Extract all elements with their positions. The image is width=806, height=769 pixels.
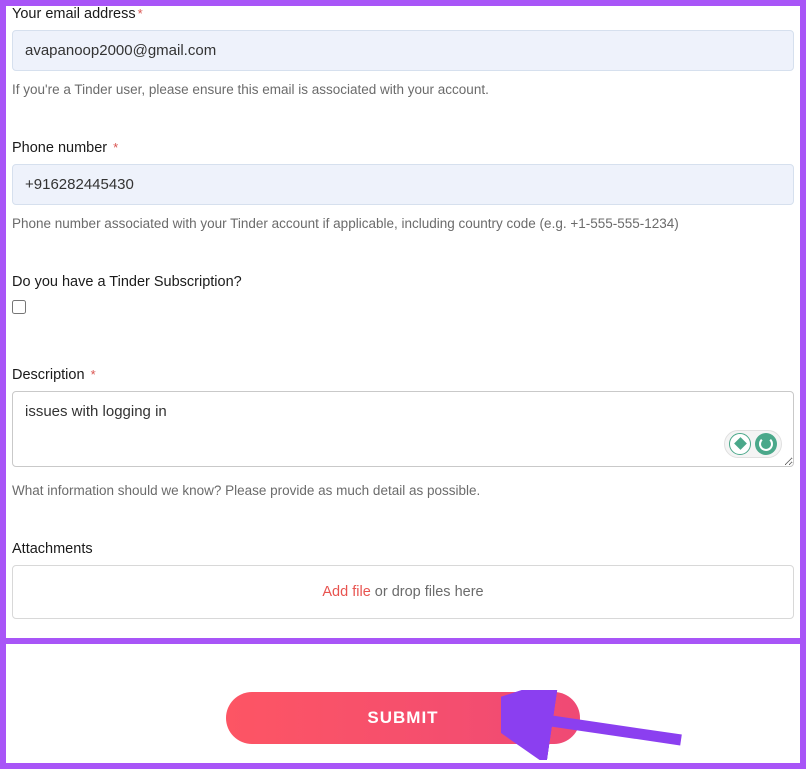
attachments-dropzone[interactable]: Add file or drop files here [12, 565, 794, 619]
email-label-text: Your email address [12, 6, 136, 22]
drop-files-text: or drop files here [371, 584, 484, 600]
email-field-group: Your email address* If you're a Tinder u… [12, 6, 794, 100]
phone-field-group: Phone number * Phone number associated w… [12, 140, 794, 234]
description-help-text: What information should we know? Please … [12, 482, 794, 501]
grammarly-badge[interactable] [724, 430, 782, 458]
description-field-group: Description * What information should we… [12, 367, 794, 501]
grammarly-logo-icon [755, 433, 777, 455]
email-input[interactable] [12, 30, 794, 71]
form-top-panel: Your email address* If you're a Tinder u… [6, 6, 800, 638]
attachments-label: Attachments [12, 541, 794, 557]
attachments-field-group: Attachments Add file or drop files here [12, 541, 794, 619]
submit-button[interactable]: SUBMIT [226, 692, 580, 744]
phone-label-text: Phone number [12, 140, 107, 156]
email-label: Your email address* [12, 6, 794, 22]
subscription-label: Do you have a Tinder Subscription? [12, 274, 794, 290]
description-label: Description * [12, 367, 794, 383]
description-label-text: Description [12, 367, 85, 383]
email-help-text: If you're a Tinder user, please ensure t… [12, 81, 794, 100]
required-asterisk: * [138, 6, 143, 21]
required-asterisk: * [113, 140, 118, 155]
required-asterisk: * [91, 367, 96, 382]
grammar-suggest-icon [729, 433, 751, 455]
phone-input[interactable] [12, 164, 794, 205]
phone-label: Phone number * [12, 140, 794, 156]
description-textarea[interactable] [12, 391, 794, 467]
subscription-field-group: Do you have a Tinder Subscription? [12, 274, 794, 319]
phone-help-text: Phone number associated with your Tinder… [12, 215, 794, 234]
form-bottom-panel: SUBMIT [6, 644, 800, 763]
add-file-link[interactable]: Add file [322, 584, 370, 600]
subscription-checkbox[interactable] [12, 300, 26, 314]
